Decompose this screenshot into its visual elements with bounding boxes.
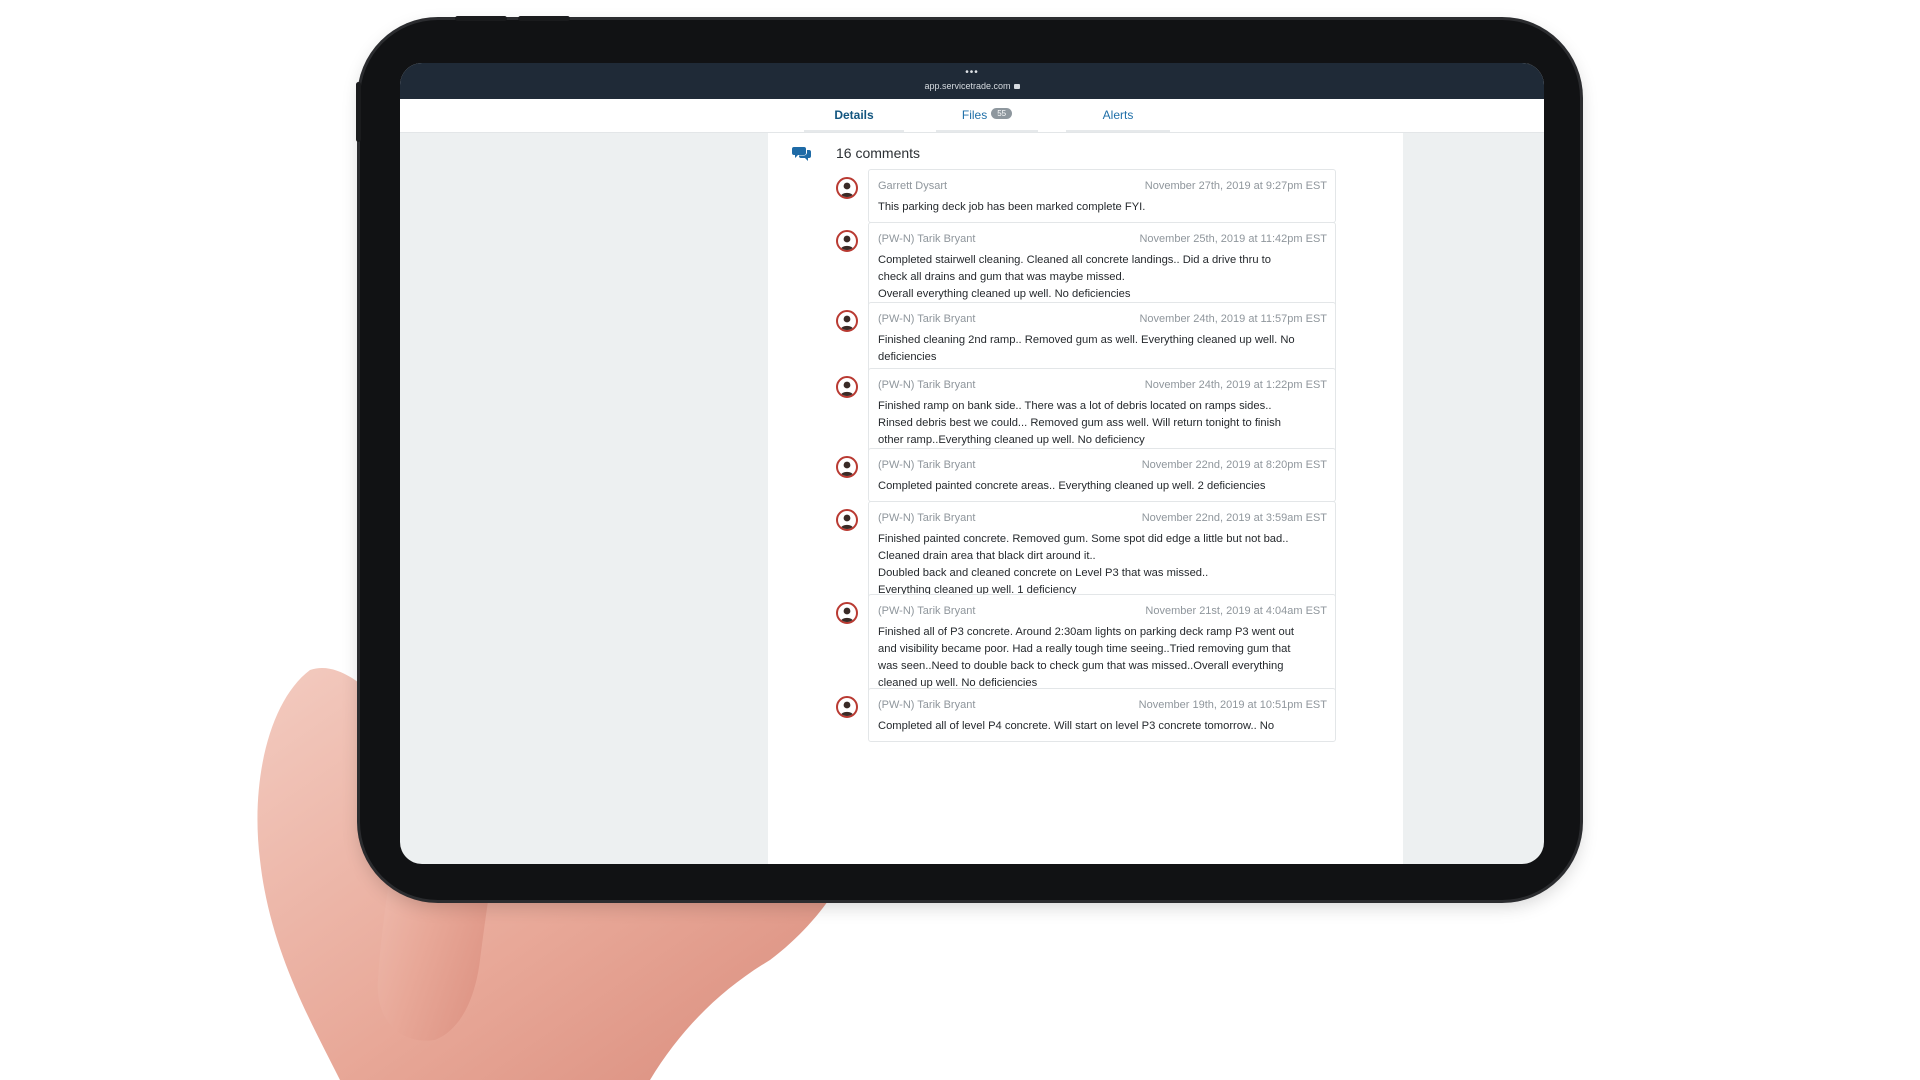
avatar-icon[interactable] [836, 509, 858, 531]
comment-line: This parking deck job has been marked co… [878, 201, 1146, 213]
comment-timestamp: November 22nd, 2019 at 8:20pm EST [1141, 459, 1327, 471]
comment-line: and visibility became poor. Had a really… [878, 643, 1291, 655]
tablet-top-button [455, 16, 507, 21]
comment-timestamp: November 22nd, 2019 at 3:59am EST [1141, 512, 1327, 524]
comment-bubble: (PW-N) Tarik Bryant November 21st, 2019 a… [868, 594, 1336, 699]
comment-body: Finished cleaning 2nd ramp.. Removed gum… [878, 332, 1327, 366]
comment-author: (PW-N) Tarik Bryant [878, 233, 976, 245]
comment-bubble: (PW-N) Tarik Bryant November 24th, 2019 a… [868, 302, 1336, 373]
tab-bar: Details Files 55 Alerts [400, 99, 1544, 133]
comment-body: Completed stairwell cleaning. Cleaned al… [878, 252, 1327, 303]
comment-body: Completed painted concrete areas.. Every… [878, 478, 1327, 495]
comment-meta: Garrett Dysart November 27th, 2019 at 9:2… [878, 178, 1327, 194]
url-text: app.servicetrade.com [924, 81, 1011, 91]
comment-timestamp: November 27th, 2019 at 9:27pm EST [1144, 180, 1327, 192]
comment-author: (PW-N) Tarik Bryant [878, 459, 976, 471]
comment-meta: (PW-N) Tarik Bryant November 22nd, 2019 a… [878, 457, 1327, 473]
comment-line: deficiencies [878, 351, 937, 363]
comment-body: Finished painted concrete. Removed gum. … [878, 531, 1327, 599]
browser-url: app.servicetrade.com [400, 80, 1544, 92]
comment-line: Overall everything cleaned up well. No d… [878, 288, 1131, 300]
avatar-icon[interactable] [836, 696, 858, 718]
comment-meta: (PW-N) Tarik Bryant November 19th, 2019 a… [878, 697, 1327, 713]
tab-details[interactable]: Details [804, 99, 904, 132]
avatar-icon[interactable] [836, 177, 858, 199]
comment-timestamp: November 24th, 2019 at 11:57pm EST [1139, 313, 1327, 325]
comment-line: check all drains and gum that was maybe … [878, 271, 1125, 283]
tab-alerts-label: Alerts [1102, 108, 1134, 122]
comment-meta: (PW-N) Tarik Bryant November 22nd, 2019 a… [878, 510, 1327, 526]
tablet-side-button [356, 82, 361, 142]
avatar-icon[interactable] [836, 376, 858, 398]
comment-timestamp: November 19th, 2019 at 10:51pm EST [1138, 699, 1327, 711]
comment-bubble: (PW-N) Tarik Bryant November 22nd, 2019 a… [868, 448, 1336, 502]
comment-author: Garrett Dysart [878, 180, 948, 192]
comment-author: (PW-N) Tarik Bryant [878, 699, 976, 711]
comments-header: 16 comments [768, 141, 1403, 165]
comment-line: Completed painted concrete areas.. Every… [878, 480, 1266, 492]
comment-bubble: (PW-N) Tarik Bryant November 22nd, 2019 a… [868, 501, 1336, 606]
stage: ••• app.servicetrade.com Details Files 55… [0, 0, 1920, 1080]
comment-meta: (PW-N) Tarik Bryant November 24th, 2019 a… [878, 377, 1327, 393]
comment-line: Rinsed debris best we could... Removed g… [878, 417, 1281, 429]
comment-meta: (PW-N) Tarik Bryant November 24th, 2019 a… [878, 311, 1327, 327]
comment-bubble: Garrett Dysart November 27th, 2019 at 9:2… [868, 169, 1336, 223]
tab-underline [936, 130, 1038, 132]
comment-body: This parking deck job has been marked co… [878, 199, 1327, 216]
comment-line: Finished painted concrete. Removed gum. … [878, 533, 1289, 545]
tab-alerts[interactable]: Alerts [1066, 99, 1170, 132]
lock-icon [1013, 84, 1020, 89]
comment-timestamp: November 24th, 2019 at 1:22pm EST [1144, 379, 1327, 391]
tab-files-label: Files [961, 108, 988, 122]
avatar-icon[interactable] [836, 310, 858, 332]
browser-menu-dots[interactable]: ••• [965, 68, 979, 78]
comment-body: Finished ramp on bank side.. There was a… [878, 398, 1327, 449]
comment-line: Completed stairwell cleaning. Cleaned al… [878, 254, 1272, 266]
comment-line: Doubled back and cleaned concrete on Lev… [878, 567, 1209, 579]
comment-line: Finished ramp on bank side.. There was a… [878, 400, 1272, 412]
comment-meta: (PW-N) Tarik Bryant November 21st, 2019 a… [878, 603, 1327, 619]
comment-body: Completed all of level P4 concrete. Will… [878, 718, 1327, 735]
comment-author: (PW-N) Tarik Bryant [878, 379, 976, 391]
tablet-top-button [518, 16, 570, 21]
tab-files[interactable]: Files 55 [936, 99, 1038, 132]
comment-line: Finished cleaning 2nd ramp.. Removed gum… [878, 334, 1295, 346]
tablet-screen: ••• app.servicetrade.com Details Files 55… [400, 63, 1544, 864]
tab-details-label: Details [834, 108, 874, 122]
comment-author: (PW-N) Tarik Bryant [878, 512, 976, 524]
comment-line: Finished all of P3 concrete. Around 2:30… [878, 626, 1295, 638]
tab-underline [804, 130, 904, 132]
comment-author: (PW-N) Tarik Bryant [878, 313, 976, 325]
comment-body: Finished all of P3 concrete. Around 2:30… [878, 624, 1327, 692]
avatar-icon[interactable] [836, 456, 858, 478]
comments-icon [792, 147, 811, 161]
avatar-icon[interactable] [836, 230, 858, 252]
comment-bubble: (PW-N) Tarik Bryant November 19th, 2019 a… [868, 688, 1336, 742]
comment-bubble: (PW-N) Tarik Bryant November 24th, 2019 a… [868, 368, 1336, 456]
avatar-icon[interactable] [836, 602, 858, 624]
comment-timestamp: November 21st, 2019 at 4:04am EST [1145, 605, 1327, 617]
comment-line: other ramp..Everything cleaned up well. … [878, 434, 1145, 446]
comments-count: 16 comments [836, 145, 921, 161]
browser-url-bar[interactable]: ••• app.servicetrade.com [400, 63, 1544, 99]
comment-line: Completed all of level P4 concrete. Will… [878, 720, 1275, 732]
comments-panel: 16 comments Garrett Dysart November 27th,… [768, 133, 1403, 864]
comment-line: Cleaned drain area that black dirt aroun… [878, 550, 1096, 562]
tab-underline [1066, 130, 1170, 132]
comment-author: (PW-N) Tarik Bryant [878, 605, 976, 617]
comment-bubble: (PW-N) Tarik Bryant November 25th, 2019 a… [868, 222, 1336, 310]
files-count-badge: 55 [991, 108, 1013, 119]
comment-timestamp: November 25th, 2019 at 11:42pm EST [1139, 233, 1327, 245]
comment-meta: (PW-N) Tarik Bryant November 25th, 2019 a… [878, 231, 1327, 247]
comment-line: was seen..Need to double back to check g… [878, 660, 1284, 672]
